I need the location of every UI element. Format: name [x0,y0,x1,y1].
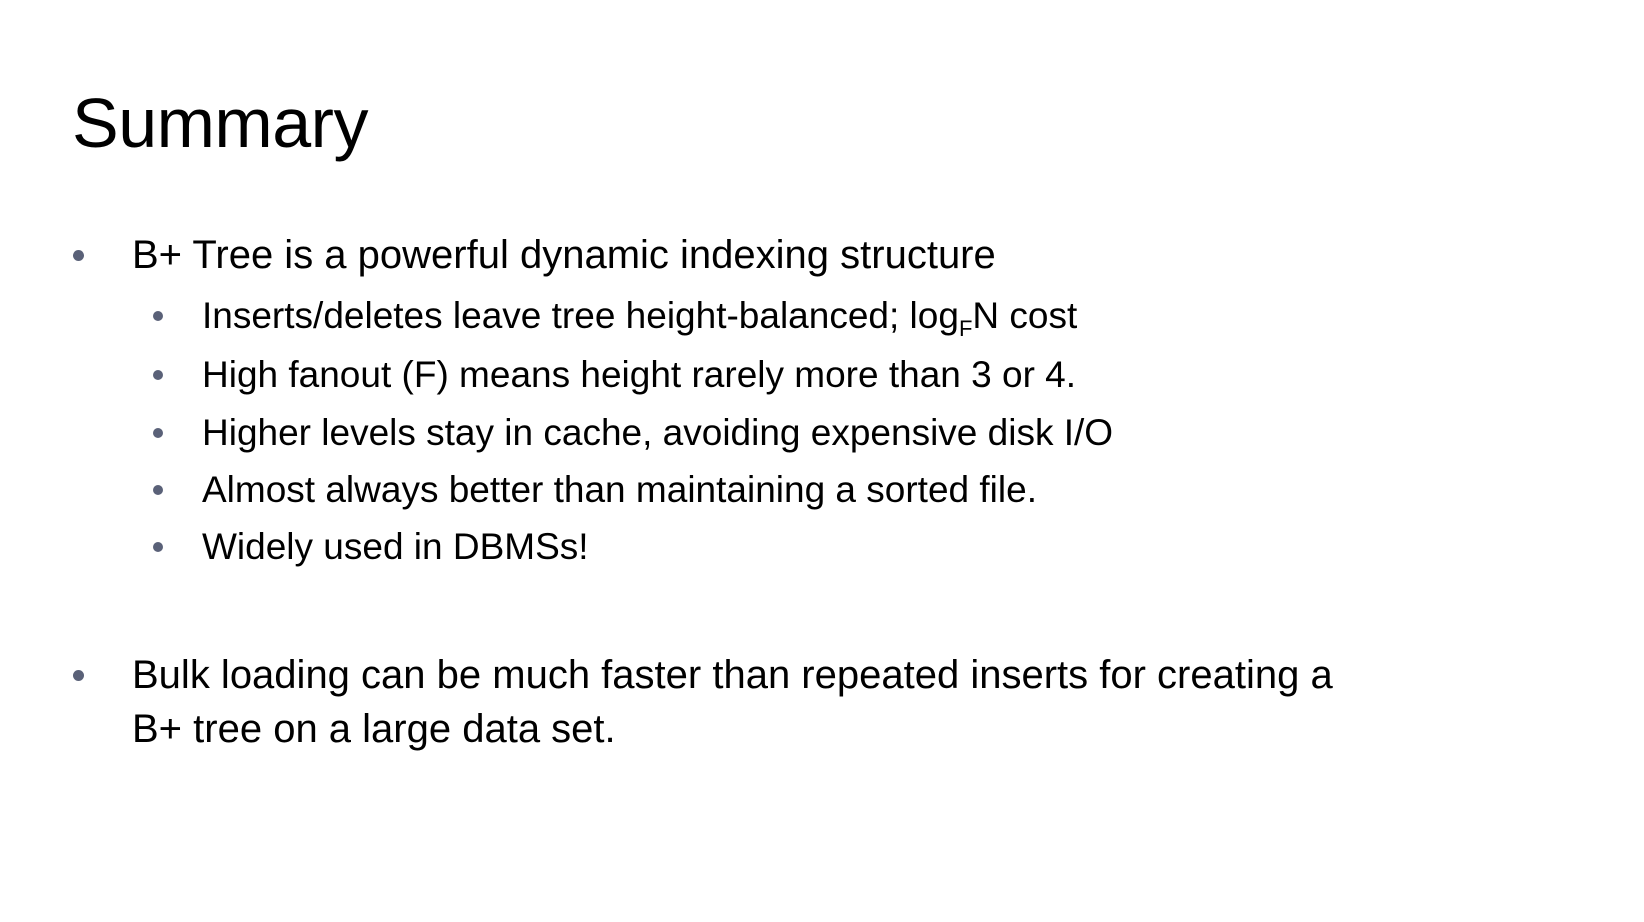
sub-bullet-3: Higher levels stay in cache, avoiding ex… [202,412,1114,453]
sub-bullet-text: Inserts/deletes leave tree height-balanc… [202,295,959,336]
bullet-icon [153,311,163,321]
bullet-icon [153,370,163,380]
slide-title: Summary [72,84,368,162]
bullet-icon [73,250,84,261]
subscript: F [958,316,973,341]
bullet-main-1: B+ Tree is a powerful dynamic indexing s… [132,233,996,277]
sub-bullet-1: Inserts/deletes leave tree height-balanc… [202,293,1078,341]
sub-bullet-text: N cost [972,295,1078,336]
bullet-icon [153,428,163,438]
bullet-icon [153,542,163,552]
sub-bullet-4: Almost always better than maintaining a … [202,469,1037,510]
bullet-main-2-line-2: B+ tree on a large data set. [132,707,616,751]
bullet-icon [153,485,163,495]
bullet-icon [73,670,84,681]
sub-bullet-2: High fanout (F) means height rarely more… [202,354,1077,395]
bullet-main-2-line-1: Bulk loading can be much faster than rep… [132,653,1333,697]
sub-bullet-5: Widely used in DBMSs! [202,526,589,567]
